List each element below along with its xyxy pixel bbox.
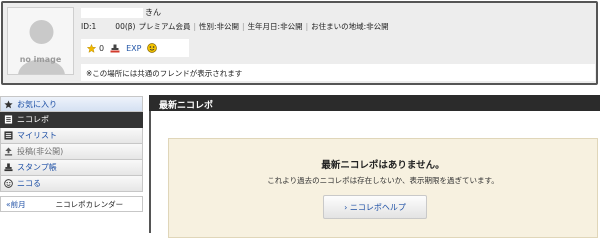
nicoru-stat[interactable] — [147, 43, 158, 53]
stamp-icon — [4, 163, 13, 172]
avatar-label: no image — [19, 55, 62, 64]
exp-label: EXP — [126, 43, 142, 53]
nicorepo-help-button[interactable]: › ニコレポヘルプ — [323, 195, 427, 219]
stamp-icon — [110, 44, 120, 52]
calendar-title: ニコレポカレンダー — [55, 199, 124, 209]
user-id: ID:1 00(β) — [81, 22, 135, 31]
separator: | — [193, 21, 196, 31]
sidebar-item-uploads[interactable]: 投稿(非公開) — [0, 144, 143, 160]
avatar-silhouette-icon — [18, 20, 65, 74]
empty-description: これより過去のニコレポは存在しないか、表示期限を過ぎています。 — [267, 176, 499, 185]
common-friends-note: ※この場所には共通のフレンドが表示されます — [81, 64, 595, 81]
previous-month-link[interactable]: «前月 — [6, 199, 26, 210]
gender: 性別:非公開 — [199, 21, 240, 31]
sidebar-item-stamps[interactable]: スタンプ帳 — [0, 160, 143, 176]
user-name: きん — [81, 7, 181, 19]
star-icon — [87, 43, 96, 53]
sidebar-item-favorites[interactable]: お気に入り — [0, 96, 143, 112]
star-count: 0 — [99, 43, 105, 53]
upload-icon — [4, 147, 13, 156]
sidebar-item-nicoru[interactable]: ニコる — [0, 176, 143, 192]
sidebar-item-label: 投稿(非公開) — [17, 147, 64, 156]
region: お住まいの地域:非公開 — [311, 21, 389, 31]
name-suffix: きん — [145, 8, 161, 17]
name-redaction — [81, 8, 143, 18]
main-content: 最新ニコレポはありません。 これより過去のニコレポは存在しないか、表示期限を過ぎ… — [149, 111, 600, 238]
sidebar-item-nicorepo[interactable]: ニコレポ — [0, 112, 143, 128]
profile-box: no image きん ID:1 00(β) プレミアム会員 | 性別:非公開 |… — [1, 1, 598, 85]
nicoru-icon — [4, 179, 13, 188]
profile-info: ID:1 00(β) プレミアム会員 | 性別:非公開 | 生年月日:非公開 | … — [81, 19, 389, 33]
stamp-stat[interactable] — [110, 44, 120, 53]
sidebar-item-label: マイリスト — [17, 131, 57, 140]
sidebar-item-label: お気に入り — [17, 99, 57, 109]
premium-label: プレミアム会員 — [138, 21, 191, 31]
nicorepo-calendar-header: «前月 ニコレポカレンダー — [0, 196, 143, 212]
empty-notice: 最新ニコレポはありません。 これより過去のニコレポは存在しないか、表示期限を過ぎ… — [168, 138, 598, 238]
nicoru-icon — [147, 43, 158, 53]
avatar: no image — [7, 7, 74, 75]
exp-stat[interactable]: EXP — [126, 44, 141, 53]
sidebar-item-label: ニコレポ — [17, 115, 49, 124]
page-title: 最新ニコレポ — [149, 95, 600, 111]
sidebar-item-mylist[interactable]: マイリスト — [0, 128, 143, 144]
star-stat[interactable]: 0 — [87, 43, 105, 53]
sidebar-item-label: ニコる — [17, 179, 41, 188]
document-icon — [4, 115, 13, 124]
empty-title: 最新ニコレポはありません。 — [321, 160, 445, 171]
user-id-suffix: 00(β) — [115, 21, 136, 31]
separator: | — [305, 21, 309, 31]
sidebar: お気に入り ニコレポ マイリスト 投稿(非公開) スタンプ帳 ニコる «前月 ニ… — [0, 96, 143, 236]
birthday: 生年月日:非公開 — [247, 21, 303, 31]
list-icon — [4, 131, 13, 140]
user-id-prefix: ID:1 — [81, 21, 97, 31]
separator: | — [242, 21, 245, 31]
star-icon — [4, 99, 13, 108]
stats-row: 0 EXP — [81, 39, 189, 57]
sidebar-item-label: スタンプ帳 — [17, 163, 57, 172]
